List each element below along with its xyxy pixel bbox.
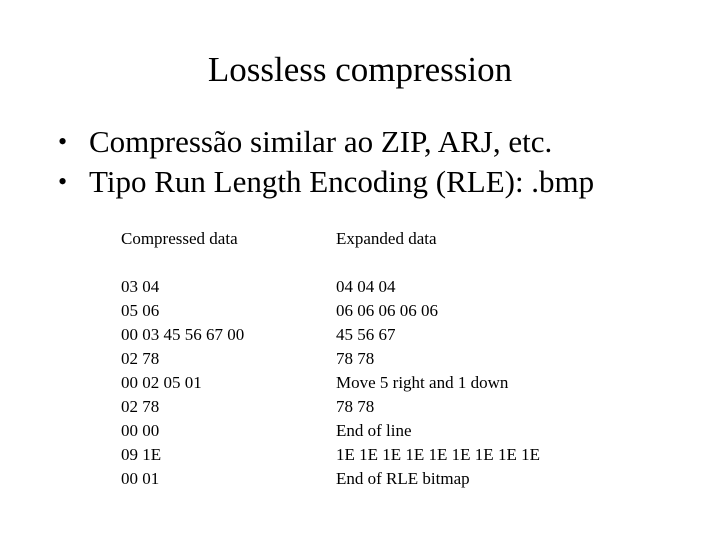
expanded-cell: 04 04 04 (336, 277, 396, 296)
expanded-cell: 45 56 67 (336, 325, 396, 344)
compressed-cell: 00 02 05 01 (121, 373, 202, 392)
compressed-cell: 02 78 (121, 397, 160, 416)
bullet-dot-icon: • (58, 127, 68, 156)
bullet-text: Compressão similar ao ZIP, ARJ, etc. (89, 124, 553, 159)
compressed-data-header: Compressed data (121, 229, 238, 248)
bullet-dot-icon: • (58, 167, 68, 196)
compressed-cell: 02 78 (121, 349, 160, 368)
bullet-item: • Tipo Run Length Encoding (RLE): .bmp (58, 162, 594, 202)
compressed-cell: 00 01 (121, 469, 160, 488)
bullet-list: • Compressão similar ao ZIP, ARJ, etc. •… (58, 122, 594, 202)
compressed-cell: 03 04 (121, 277, 160, 296)
compressed-cell: 00 03 45 56 67 00 (121, 325, 245, 344)
slide-title: Lossless compression (207, 50, 513, 89)
compressed-cell: 09 1E (121, 445, 162, 464)
compressed-data-column: Compressed data 03 04 05 06 00 03 45 56 … (121, 227, 244, 491)
compressed-cell: 00 00 (121, 421, 160, 440)
bullet-item: • Compressão similar ao ZIP, ARJ, etc. (58, 122, 594, 162)
expanded-cell: 06 06 06 06 06 (336, 301, 438, 320)
expanded-cell: 78 78 (336, 349, 375, 368)
compressed-cell: 05 06 (121, 301, 160, 320)
expanded-cell: Move 5 right and 1 down (336, 373, 509, 392)
expanded-cell: End of RLE bitmap (336, 469, 470, 488)
bullet-text: Tipo Run Length Encoding (RLE): .bmp (89, 164, 595, 199)
expanded-cell: End of line (336, 421, 412, 440)
expanded-data-header: Expanded data (336, 229, 437, 248)
expanded-cell: 1E 1E 1E 1E 1E 1E 1E 1E 1E (336, 445, 540, 464)
expanded-cell: 78 78 (336, 397, 375, 416)
expanded-data-column: Expanded data 04 04 04 06 06 06 06 06 45… (336, 227, 540, 491)
